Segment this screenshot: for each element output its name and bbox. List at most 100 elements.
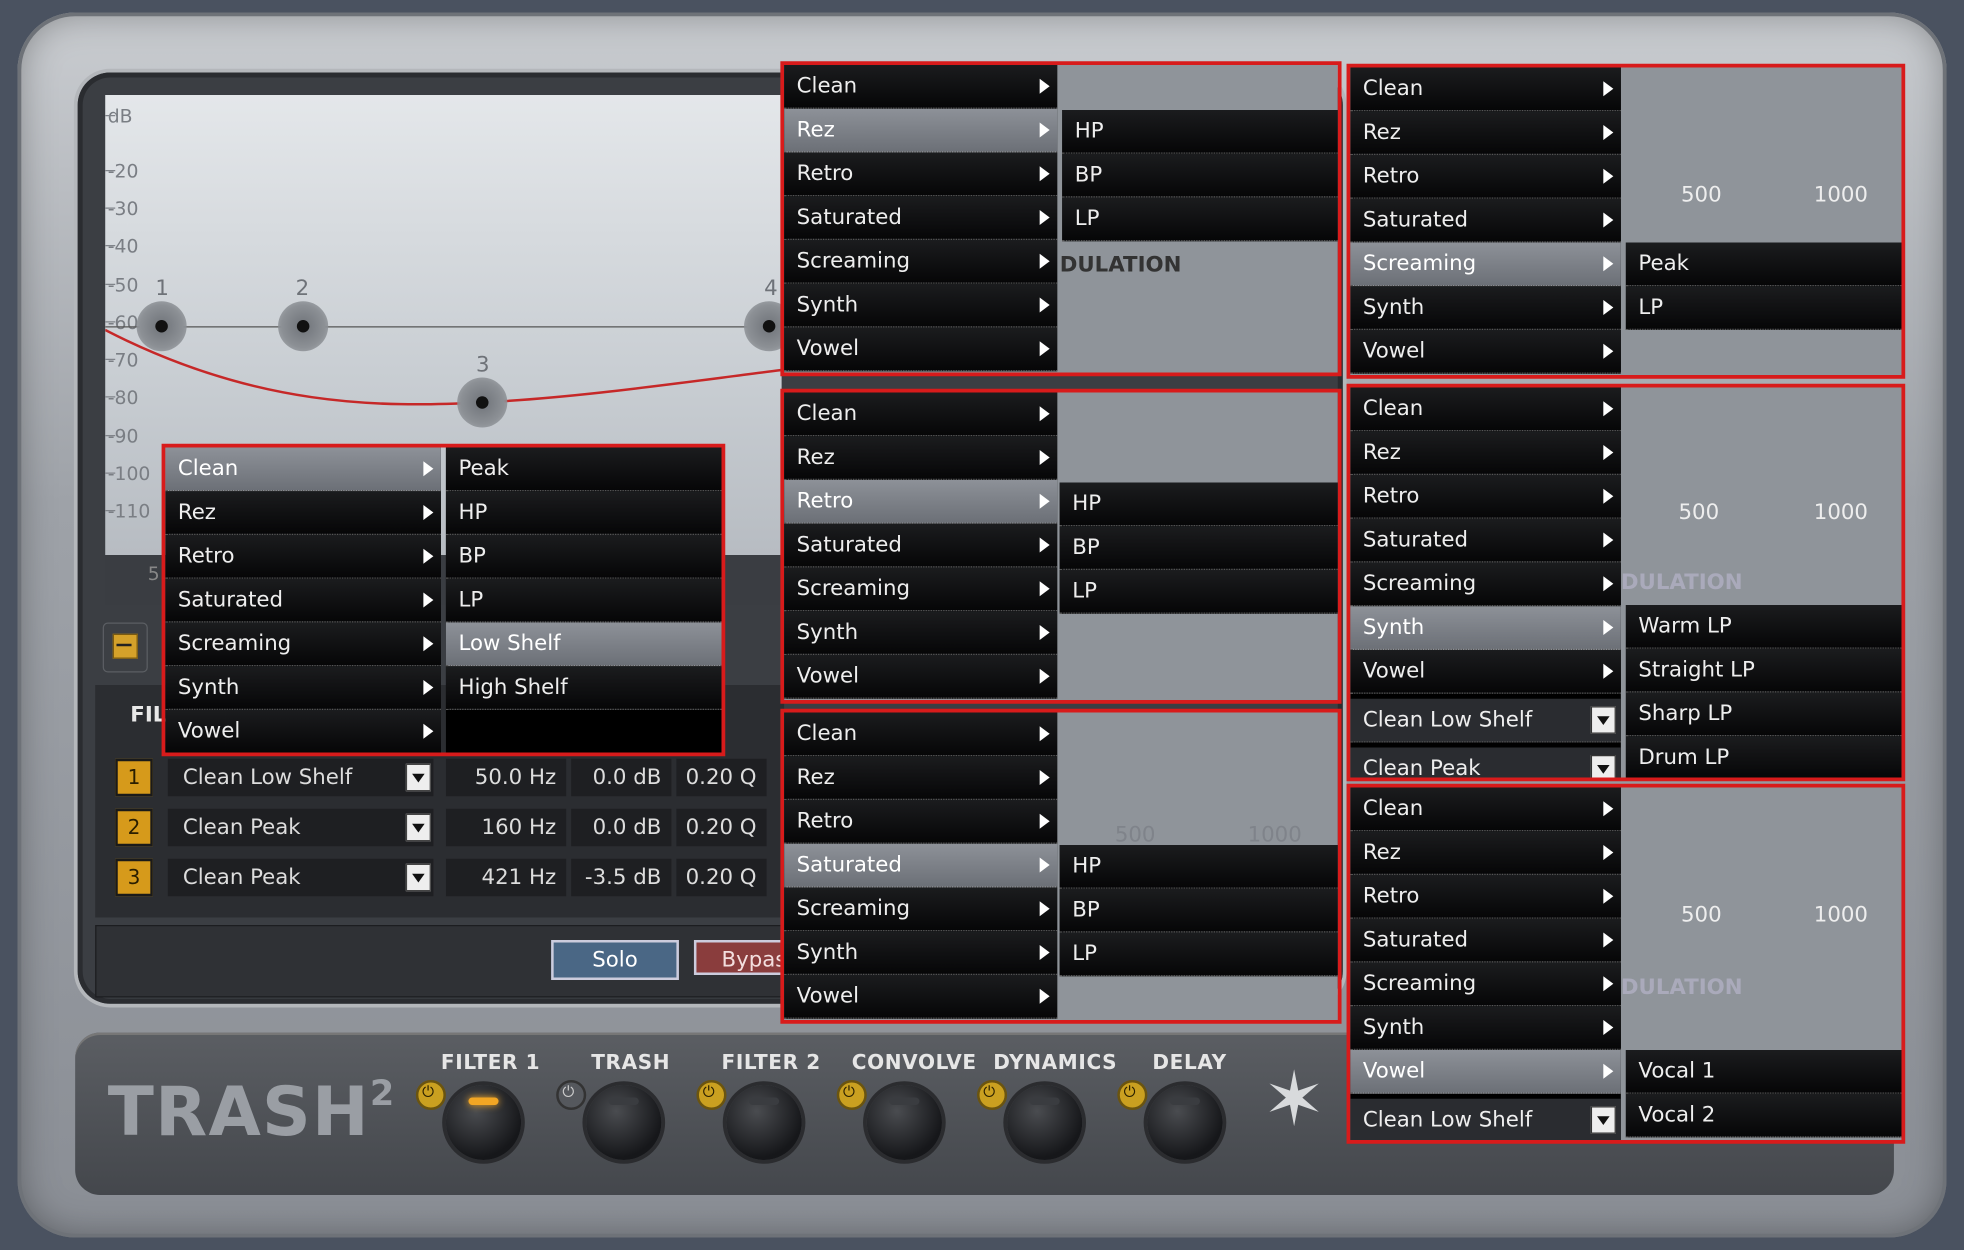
submenu-item-sharp-lp[interactable]: Sharp LP xyxy=(1625,692,1902,737)
module-select-knob-filter1[interactable] xyxy=(445,1085,522,1160)
frequency-field[interactable]: 421 Hz xyxy=(445,858,567,897)
menu-item-screaming[interactable]: Screaming xyxy=(784,887,1058,932)
submenu-item-vocal-1[interactable]: Vocal 1 xyxy=(1625,1050,1902,1094)
filter-row-2[interactable]: 2 Clean Peak 160 Hz 0.0 dB 0.20 Q xyxy=(115,808,767,848)
filter-row-1[interactable]: 1 Clean Low Shelf 50.0 Hz 0.0 dB 0.20 Q xyxy=(115,758,767,798)
menu-item-saturated[interactable]: Saturated xyxy=(784,843,1058,888)
power-icon[interactable] xyxy=(415,1080,446,1110)
submenu-item-lp[interactable]: LP xyxy=(1059,570,1338,614)
menu-item-screaming[interactable]: Screaming xyxy=(1350,562,1621,607)
submenu-item-warm-lp[interactable]: Warm LP xyxy=(1625,605,1902,649)
q-field[interactable]: 0.20 Q xyxy=(676,758,767,797)
submenu-item-hp[interactable]: HP xyxy=(1062,110,1338,154)
submenu-item-peak[interactable]: Peak xyxy=(445,447,722,492)
filter-row-3[interactable]: 3 Clean Peak 421 Hz -3.5 dB 0.20 Q xyxy=(115,858,767,898)
menu-item-clean[interactable]: Clean xyxy=(784,712,1058,757)
menu-item-retro[interactable]: Retro xyxy=(1350,875,1621,919)
filter-type-select[interactable]: Clean Peak xyxy=(167,808,434,847)
menu-item-vowel[interactable]: Vowel xyxy=(784,327,1058,372)
menu-item-rez[interactable]: Rez xyxy=(165,491,441,535)
remove-band-button[interactable] xyxy=(102,622,148,673)
gain-field[interactable]: -3.5 dB xyxy=(571,858,672,897)
power-icon[interactable] xyxy=(836,1080,867,1110)
menu-item-retro[interactable]: Retro xyxy=(784,480,1058,524)
menu-item-synth[interactable]: Synth xyxy=(1350,606,1621,650)
submenu-item-straight-lp[interactable]: Straight LP xyxy=(1625,648,1902,693)
band-handle-3[interactable] xyxy=(457,377,508,428)
menu-item-saturated[interactable]: Saturated xyxy=(784,523,1058,568)
menu-item-rez[interactable]: Rez xyxy=(784,756,1058,800)
menu-item-screaming[interactable]: Screaming xyxy=(1350,242,1621,287)
submenu-item-peak[interactable]: Peak xyxy=(1625,242,1902,287)
menu-item-clean[interactable]: Clean xyxy=(784,65,1058,109)
filter-type-select[interactable]: Clean Peak xyxy=(167,858,434,897)
submenu-item-hp[interactable]: HP xyxy=(445,491,722,535)
menu-item-saturated[interactable]: Saturated xyxy=(1350,918,1621,963)
submenu-item-high-shelf[interactable]: High Shelf xyxy=(445,666,722,710)
q-field[interactable]: 0.20 Q xyxy=(676,858,767,897)
menu-item-synth[interactable]: Synth xyxy=(1350,1006,1621,1050)
submenu-item-hp[interactable]: HP xyxy=(1059,482,1338,527)
module-select-knob-convolve[interactable] xyxy=(866,1085,942,1160)
filter-type-select[interactable]: Clean Low Shelf xyxy=(1350,698,1621,743)
chevron-down-icon[interactable] xyxy=(405,863,431,892)
menu-item-clean[interactable]: Clean xyxy=(1350,387,1621,432)
gain-field[interactable]: 0.0 dB xyxy=(571,808,672,847)
menu-item-clean[interactable]: Clean xyxy=(1350,67,1621,112)
menu-item-clean[interactable]: Clean xyxy=(165,447,441,492)
gain-field[interactable]: 0.0 dB xyxy=(571,758,672,797)
menu-item-screaming[interactable]: Screaming xyxy=(784,567,1058,612)
menu-item-vowel[interactable]: Vowel xyxy=(165,710,441,753)
power-icon[interactable] xyxy=(1117,1080,1148,1110)
solo-button[interactable]: Solo xyxy=(551,940,679,980)
submenu-item-lp[interactable]: LP xyxy=(1625,286,1902,330)
chevron-down-icon[interactable] xyxy=(405,813,431,842)
menu-item-rez[interactable]: Rez xyxy=(784,108,1058,153)
menu-item-vowel[interactable]: Vowel xyxy=(1350,650,1621,694)
module-select-knob-filter2[interactable] xyxy=(726,1085,802,1160)
submenu-item-bp[interactable]: BP xyxy=(445,535,722,579)
band-handle-1[interactable] xyxy=(136,301,187,352)
chevron-down-icon[interactable] xyxy=(1590,755,1616,778)
submenu-item-lp[interactable]: LP xyxy=(1059,932,1338,977)
module-select-knob-trash[interactable] xyxy=(586,1085,662,1160)
frequency-field[interactable]: 160 Hz xyxy=(445,808,567,847)
menu-item-retro[interactable]: Retro xyxy=(784,152,1058,197)
menu-item-screaming[interactable]: Screaming xyxy=(784,240,1058,284)
menu-item-synth[interactable]: Synth xyxy=(784,931,1058,975)
band-handle-2[interactable] xyxy=(278,301,329,352)
menu-item-retro[interactable]: Retro xyxy=(165,535,441,579)
chevron-down-icon[interactable] xyxy=(405,763,431,792)
menu-item-screaming[interactable]: Screaming xyxy=(165,622,441,667)
chevron-down-icon[interactable] xyxy=(1590,1106,1616,1134)
submenu-item-vocal-2[interactable]: Vocal 2 xyxy=(1625,1093,1902,1138)
menu-item-synth[interactable]: Synth xyxy=(165,666,441,710)
submenu-item-bp[interactable]: BP xyxy=(1059,888,1338,933)
filter-type-select[interactable]: Clean Low Shelf xyxy=(167,758,434,797)
menu-item-saturated[interactable]: Saturated xyxy=(165,578,441,623)
menu-item-rez[interactable]: Rez xyxy=(784,436,1058,480)
menu-item-clean[interactable]: Clean xyxy=(1350,787,1621,832)
menu-item-saturated[interactable]: Saturated xyxy=(1350,198,1621,243)
menu-item-vowel[interactable]: Vowel xyxy=(1350,1050,1621,1094)
submenu-item-bp[interactable]: BP xyxy=(1059,526,1338,570)
module-select-knob-delay[interactable] xyxy=(1147,1085,1223,1160)
submenu-item-lp[interactable]: LP xyxy=(445,578,722,623)
power-icon[interactable] xyxy=(977,1080,1008,1110)
menu-item-synth[interactable]: Synth xyxy=(1350,286,1621,330)
filter-type-select[interactable]: Clean Peak xyxy=(1350,747,1621,778)
submenu-item-lp[interactable]: LP xyxy=(1062,197,1338,242)
submenu-item-hp[interactable]: HP xyxy=(1059,845,1338,889)
menu-item-rez[interactable]: Rez xyxy=(1350,111,1621,155)
chevron-down-icon[interactable] xyxy=(1590,706,1616,734)
menu-item-vowel[interactable]: Vowel xyxy=(784,975,1058,1019)
module-select-knob-dynamics[interactable] xyxy=(1007,1085,1083,1160)
menu-item-retro[interactable]: Retro xyxy=(1350,155,1621,199)
menu-item-saturated[interactable]: Saturated xyxy=(784,196,1058,240)
menu-item-synth[interactable]: Synth xyxy=(784,611,1058,655)
menu-item-retro[interactable]: Retro xyxy=(1350,475,1621,519)
menu-item-retro[interactable]: Retro xyxy=(784,800,1058,844)
power-icon[interactable] xyxy=(696,1080,727,1110)
submenu-item-bp[interactable]: BP xyxy=(1062,153,1338,198)
frequency-field[interactable]: 50.0 Hz xyxy=(445,758,567,797)
